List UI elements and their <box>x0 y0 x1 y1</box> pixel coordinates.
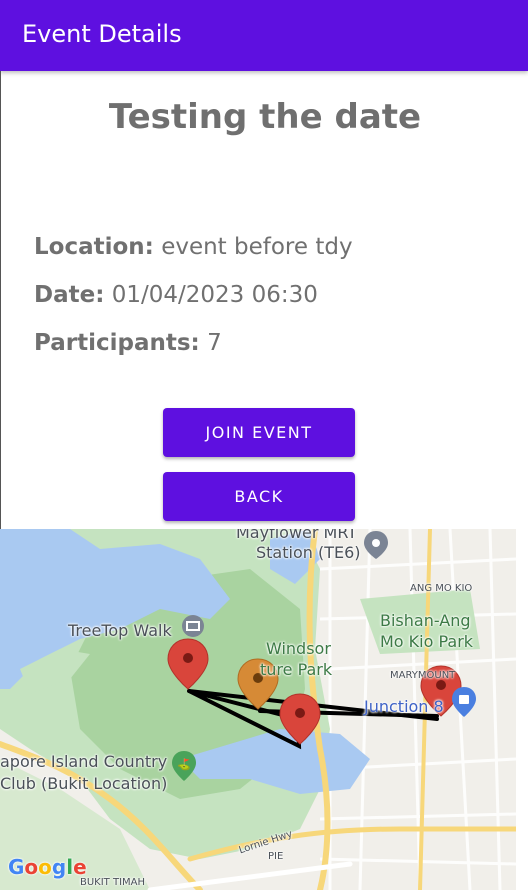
map-label-windsor-2: ture Park <box>260 660 333 679</box>
event-details-panel: Testing the date Location: event before … <box>0 71 528 529</box>
participants-value: 7 <box>207 330 222 356</box>
map-label-ang-mo-kio: ANG MO KIO <box>410 583 473 594</box>
event-title: Testing the date <box>108 97 422 137</box>
location-row: Location: event before tdy <box>34 234 353 260</box>
app-bar-title: Event Details <box>22 20 182 48</box>
date-value: 01/04/2023 06:30 <box>111 282 318 308</box>
date-row: Date: 01/04/2023 06:30 <box>34 282 318 308</box>
map-label-bishan-1: Bishan-Ang <box>380 611 471 630</box>
map-view[interactable]: ⛳ Mayflower MRT Station (TE6) ANG MO KIO… <box>0 529 516 890</box>
participants-row: Participants: 7 <box>34 330 222 356</box>
location-label: Location: <box>34 234 154 260</box>
location-value: event before tdy <box>161 234 353 260</box>
map-label-mayflower: Mayflower MRT <box>236 529 358 542</box>
map-label-island-2: Club (Bukit Location) <box>0 774 168 793</box>
date-label: Date: <box>34 282 105 308</box>
map-label-marymount: MARYMOUNT <box>390 670 456 681</box>
map-label-windsor-1: Windsor <box>266 639 331 658</box>
map-label-pie: PIE <box>268 851 284 862</box>
join-event-button[interactable]: JOIN EVENT <box>163 408 355 457</box>
participants-label: Participants: <box>34 330 200 356</box>
app-bar: Event Details <box>0 0 528 71</box>
treetop-walk-icon <box>182 615 204 637</box>
google-logo: Google <box>8 855 87 879</box>
map-label-bukit-timah: BUKIT TIMAH <box>80 877 146 888</box>
map-label-station: Station (TE6) <box>256 543 361 562</box>
svg-text:⛳: ⛳ <box>177 758 191 771</box>
map-label-treetop: TreeTop Walk <box>68 621 172 640</box>
map-label-junction: Junction 8 <box>364 697 444 716</box>
map-label-bishan-2: Mo Kio Park <box>380 632 474 651</box>
map-label-island-1: apore Island Country <box>0 752 168 771</box>
back-button[interactable]: BACK <box>163 472 355 521</box>
